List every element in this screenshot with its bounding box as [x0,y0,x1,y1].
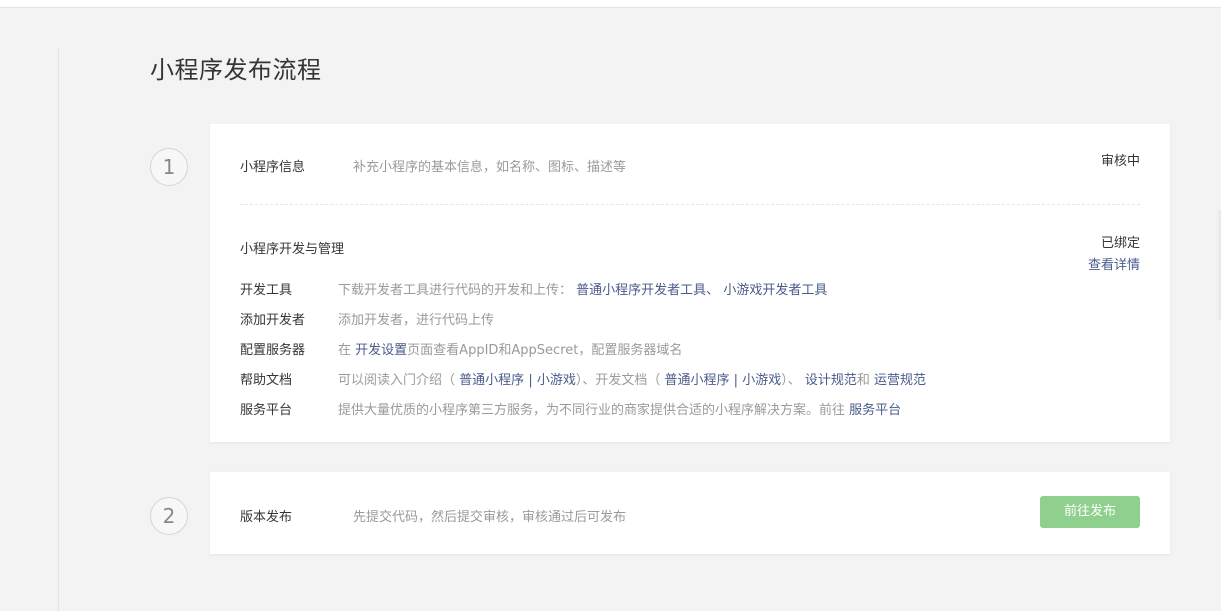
info-desc: 补充小程序的基本信息，如名称、图标、描述等 [353,160,627,175]
server-row: 在 开发设置页面查看AppID和AppSecret，配置服务器域名 [338,339,682,358]
info-label: 小程序信息 [240,160,306,175]
design-guide-link[interactable]: 设计规范 [805,373,857,388]
dev-label: 小程序开发与管理 [240,242,345,257]
mini-game-devtools-link[interactable]: 小游戏开发者工具 [723,283,827,298]
step-2-card: 版本发布 先提交代码，然后提交审核，审核通过后可发布 前往发布 [210,472,1170,554]
left-divider [58,48,59,611]
developer-label: 添加开发者 [240,313,306,328]
top-bar [0,0,1221,8]
docs-text-1: 可以阅读入门介绍（ [338,373,456,388]
service-label: 服务平台 [240,403,293,418]
step-1-card: 小程序信息 补充小程序的基本信息，如名称、图标、描述等 审核中 小程序开发与管理… [210,124,1170,442]
operation-guide-link[interactable]: 运营规范 [874,373,926,388]
server-label: 配置服务器 [240,343,306,358]
service-platform-link[interactable]: 服务平台 [849,403,901,418]
info-status: 审核中 [1100,154,1140,169]
view-details-link[interactable]: 查看详情 [1088,254,1140,273]
mini-program-devtools-link[interactable]: 普通小程序开发者工具 [576,283,706,298]
page-title: 小程序发布流程 [150,56,322,84]
docs-bar-1: | [528,373,533,388]
docs-bar-2: | [733,373,739,388]
server-suffix: 页面查看AppID和AppSecret，配置服务器域名 [407,343,683,358]
docs-label: 帮助文档 [240,373,293,388]
docs-text-3: ）、 [781,373,801,388]
tools-label: 开发工具 [240,283,293,298]
step-1-badge: 1 [150,148,188,186]
step-2-badge: 2 [150,497,188,535]
dev-settings-link[interactable]: 开发设置 [355,343,407,358]
server-prefix: 在 [338,343,352,358]
publish-button[interactable]: 前往发布 [1040,496,1140,528]
intro-mini-game-link[interactable]: 小游戏 [537,373,576,388]
devdoc-mini-program-link[interactable]: 普通小程序 [665,373,730,388]
docs-text-2: ）、开发文档（ [575,373,661,388]
section-divider [240,204,1140,205]
docs-and: 和 [856,373,870,388]
tools-desc: 下载开发者工具进行代码的开发和上传： [338,283,573,298]
scroll-edge [1216,210,1221,320]
docs-row: 可以阅读入门介绍（ 普通小程序 | 小游戏）、开发文档（ 普通小程序 | 小游戏… [338,369,926,388]
developer-desc: 添加开发者，进行代码上传 [338,313,495,328]
service-desc: 提供大量优质的小程序第三方服务，为不同行业的商家提供合适的小程序解决方案。前往 [338,403,846,418]
dev-status: 已绑定 [1100,236,1140,251]
tools-row: 下载开发者工具进行代码的开发和上传： 普通小程序开发者工具、 小游戏开发者工具 [338,279,827,298]
service-row: 提供大量优质的小程序第三方服务，为不同行业的商家提供合适的小程序解决方案。前往 … [338,399,901,418]
release-desc: 先提交代码，然后提交审核，审核通过后可发布 [353,510,627,525]
intro-mini-program-link[interactable]: 普通小程序 [459,373,524,388]
devdoc-mini-game-link[interactable]: 小游戏 [742,373,781,388]
tools-separator: 、 [706,283,720,298]
release-label: 版本发布 [240,510,293,525]
